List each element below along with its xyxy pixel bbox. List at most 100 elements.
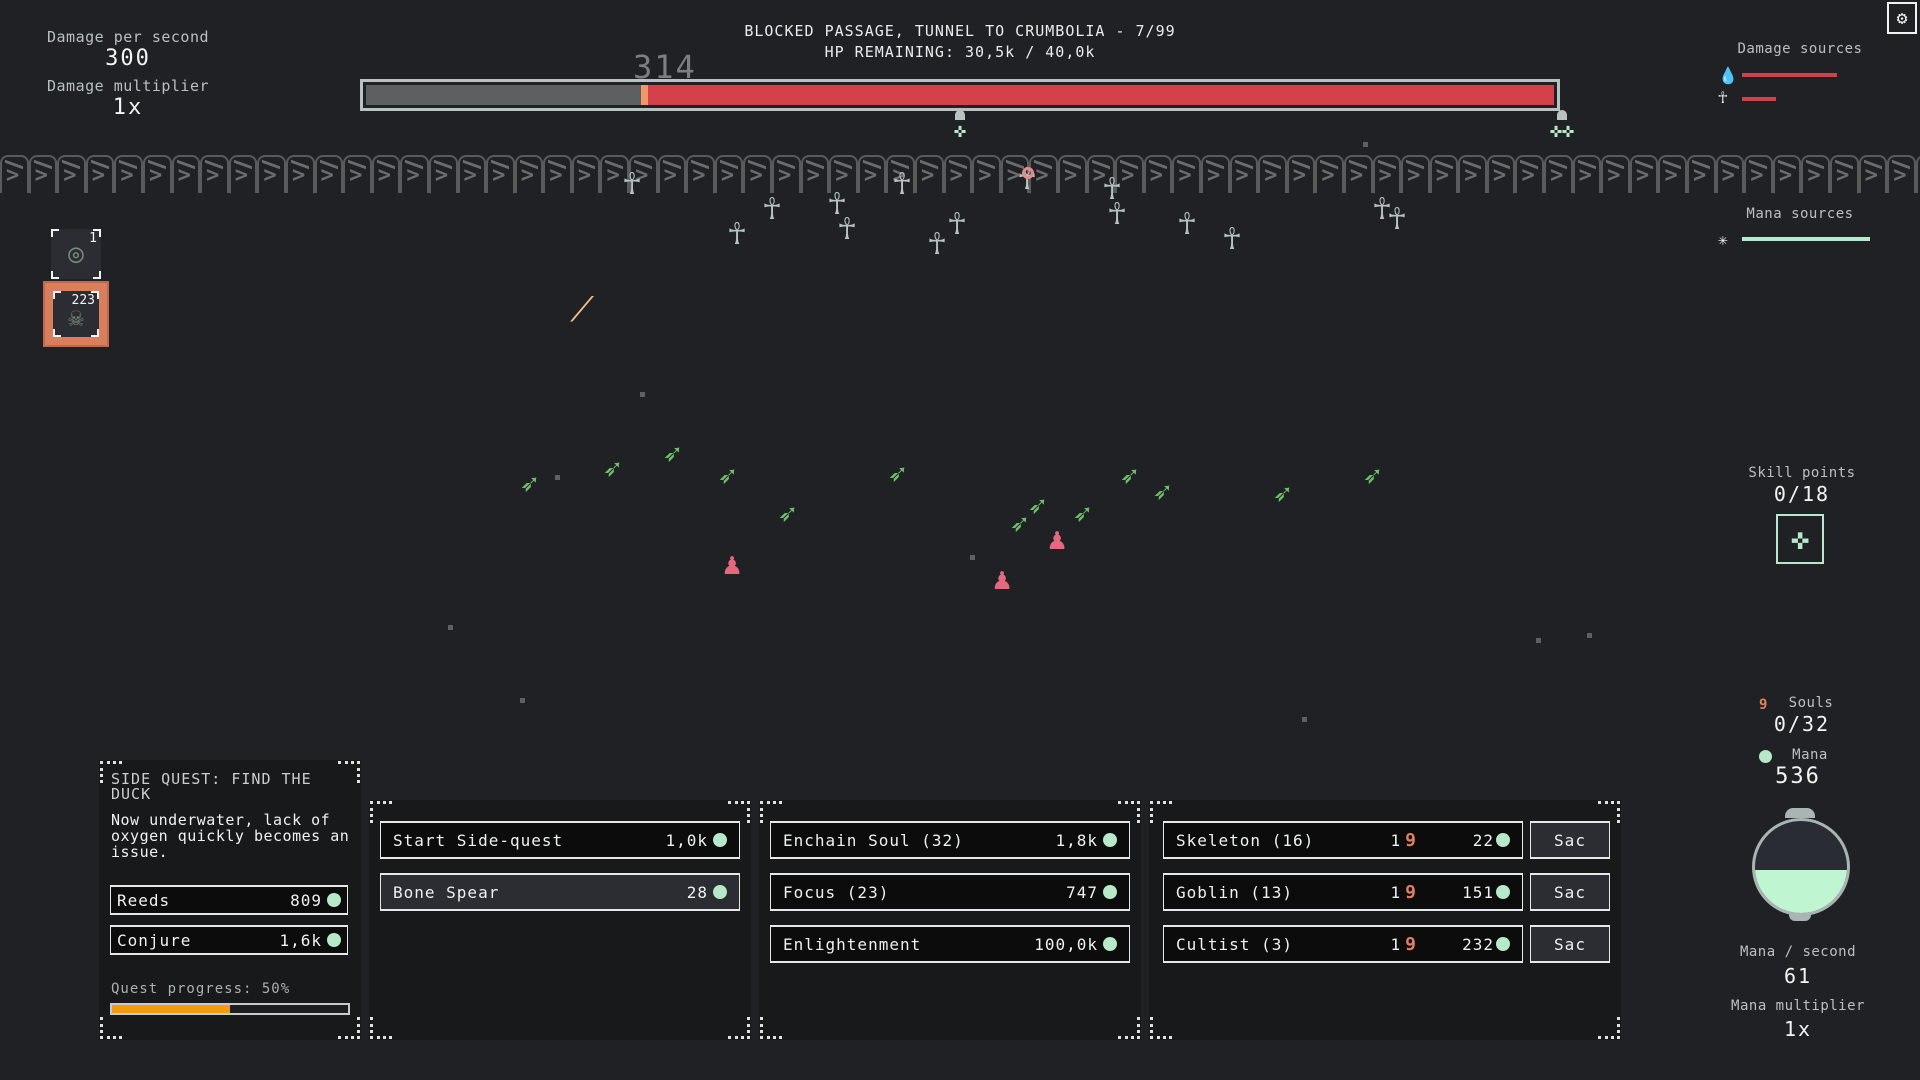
wall-segment [228, 155, 258, 193]
ally-goblin-archer: ➶ [1272, 477, 1292, 512]
soul-cost: 1 [1390, 934, 1402, 954]
bone-spear-projectile: ⟋ [570, 290, 594, 330]
quest-progress-fill [112, 1005, 230, 1013]
summon-cultist-button[interactable]: Cultist (3) 19 232 [1163, 925, 1523, 963]
wall-segment [514, 155, 544, 193]
mana-flask-fill [1755, 869, 1847, 913]
ability-slot-target[interactable]: ◎ 1 [51, 229, 101, 279]
damage-sources-label: Damage sources [1737, 41, 1863, 57]
wall-segment [1772, 155, 1802, 193]
mana-cost: 232 [1462, 934, 1494, 954]
mana-cost: 28 [686, 882, 708, 902]
summon-skeleton-button[interactable]: Skeleton (16) 19 22 [1163, 821, 1523, 859]
summon-goblin-button[interactable]: Goblin (13) 19 151 [1163, 873, 1523, 911]
wall-segment [85, 155, 115, 193]
ally-goblin-archer: ➶ [1027, 489, 1047, 524]
ability-count: 1 [89, 231, 97, 246]
enemy-skeleton: ☥ [727, 217, 747, 252]
wall-segment [1429, 155, 1459, 193]
mana-multiplier-value: 1x [1783, 1017, 1813, 1041]
wall-segment [686, 155, 715, 193]
wall-segment [1572, 155, 1602, 193]
wall-segment [1744, 155, 1773, 193]
sacrifice-skeleton-button[interactable]: Sac [1530, 821, 1610, 859]
wall-segment [1486, 155, 1516, 193]
reeds-button[interactable]: Reeds 809 [110, 885, 348, 915]
wall-segment [915, 155, 944, 193]
enchain-soul-button[interactable]: Enchain Soul (32) 1,8k [770, 821, 1130, 859]
ally-goblin-archer: ➶ [777, 497, 797, 532]
hp-bar-edge [641, 85, 649, 105]
spark-icon: ✳ [1718, 230, 1728, 249]
units-panel: Skeleton (16) 19 22 Sac Goblin (13) 19 1… [1149, 800, 1621, 1040]
wall-segment [1086, 155, 1116, 193]
wall-segment [1458, 155, 1487, 193]
wall-segment [1057, 155, 1087, 193]
damage-multiplier-value: 1x [112, 95, 144, 120]
sacrifice-goblin-button[interactable]: Sac [1530, 873, 1610, 911]
wall-segment [543, 155, 572, 193]
wall-segment [1830, 155, 1859, 193]
ally-goblin-archer: ➶ [887, 457, 907, 492]
wall-segment [1172, 155, 1201, 193]
wall-segment [772, 155, 801, 193]
wall-segment [1200, 155, 1230, 193]
wall-segment [829, 155, 858, 193]
wall-segment [343, 155, 372, 193]
wall-segment [1401, 155, 1430, 193]
skill-cross-icon: ✜ [1790, 521, 1810, 557]
souls-label: Souls [1788, 695, 1834, 711]
wall-segment [886, 155, 915, 193]
actions-panel: Start Side-quest 1,0k Bone Spear 28 [369, 800, 751, 1040]
soul-icon: 9 [1405, 829, 1417, 851]
wall-segment [1372, 155, 1402, 193]
mana-flask [1752, 818, 1850, 916]
milestone-marker: ✜ [951, 110, 969, 140]
skill-tree-button[interactable]: ✜ [1776, 514, 1824, 564]
wall-segment [285, 155, 315, 193]
hp-bar-track [366, 85, 1554, 105]
mana-cost: 747 [1066, 882, 1098, 902]
ability-slot-poison[interactable]: ☠ 223 [43, 281, 109, 347]
wall-segment [1887, 155, 1916, 193]
soul-cost: 1 [1390, 882, 1402, 902]
mana-cost: 22 [1472, 830, 1494, 850]
sacrifice-cultist-button[interactable]: Sac [1530, 925, 1610, 963]
enemy-skeleton: ☥ [1107, 197, 1127, 232]
wall-segment [1629, 155, 1659, 193]
wall-segment [1715, 155, 1745, 193]
wall-segment [1115, 155, 1144, 193]
mana-value: 536 [1775, 764, 1821, 789]
wall-segment [600, 155, 630, 193]
wall-segment [371, 155, 401, 193]
start-side-quest-button[interactable]: Start Side-quest 1,0k [380, 821, 740, 859]
wall-segment [1515, 155, 1545, 193]
wall-segment [1229, 155, 1259, 193]
particle [1302, 717, 1307, 722]
enemy-skeleton: ☥ [1177, 207, 1197, 242]
wall-segment [142, 155, 172, 193]
wall-segment [1315, 155, 1344, 193]
wall-segment [1858, 155, 1888, 193]
focus-button[interactable]: Focus (23) 747 [770, 873, 1130, 911]
button-label: Conjure [117, 930, 192, 950]
ally-goblin-archer: ➶ [1362, 459, 1382, 494]
mana-cost: 151 [1462, 882, 1494, 902]
spells-panel: Enchain Soul (32) 1,8k Focus (23) 747 En… [759, 800, 1141, 1040]
enemy-skeleton: ☥ [1387, 202, 1407, 237]
conjure-button[interactable]: Conjure 1,6k [110, 925, 348, 955]
skeleton-icon: ☥ [1718, 88, 1728, 107]
enlightenment-button[interactable]: Enlightenment 100,0k [770, 925, 1130, 963]
wall-segment [657, 155, 687, 193]
ability-count: 223 [71, 293, 95, 308]
boss-hp-bar [360, 79, 1560, 111]
bone-spear-button[interactable]: Bone Spear 28 [380, 873, 740, 911]
ally-goblin-archer: ➶ [1009, 507, 1029, 542]
button-label: Cultist (3) [1176, 934, 1293, 954]
mana-cost: 1,0k [665, 830, 708, 850]
wall-segment [400, 155, 429, 193]
soul-cost: 1 [1390, 830, 1402, 850]
wall-segment [1801, 155, 1830, 193]
hp-bar-fill [648, 85, 1554, 105]
enemy-wall [0, 155, 1920, 193]
